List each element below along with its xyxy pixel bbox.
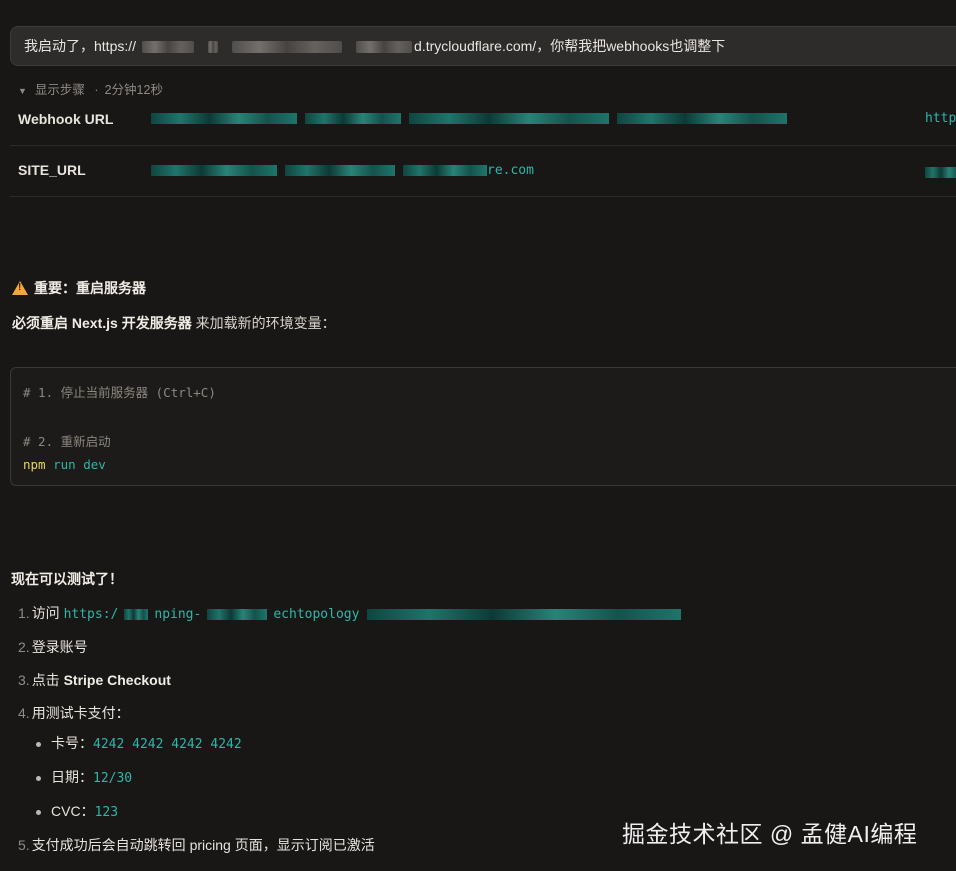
- list-text: 点击: [31, 672, 64, 688]
- card-value: 12/30: [93, 771, 133, 786]
- table-row: SITE_URL re.com: [10, 145, 956, 197]
- restart-instruction-bold: 必须重启 Next.js 开发服务器: [12, 315, 192, 331]
- steps-duration: 2分钟12秒: [104, 83, 163, 97]
- code-comment: # 1. 停止当前服务器 (Ctrl+C): [23, 385, 216, 400]
- user-message: 我启动了，https:// d.trycloudflare.com/，你帮我把we…: [10, 26, 956, 66]
- redacted-text: [151, 165, 277, 176]
- url-prefix: https:/: [63, 607, 119, 622]
- test-title: 现在可以测试了！: [11, 571, 123, 587]
- list-text-bold: Stripe Checkout: [63, 672, 171, 688]
- redacted-text: [356, 41, 413, 54]
- table-row: Webhook URL http: [10, 100, 956, 146]
- list-item: 日期：12/30: [36, 767, 132, 787]
- redacted-text: [925, 167, 956, 178]
- list-item: 5. 支付成功后会自动跳转回 pricing 页面，显示订阅已激活: [18, 835, 375, 855]
- list-number: 5.: [18, 837, 30, 853]
- list-item: 1. 访问 https:/ nping-echtopology: [18, 603, 682, 623]
- card-value: 4242 4242 4242 4242: [93, 737, 242, 752]
- code-command-args: run dev: [45, 457, 106, 472]
- list-text: 支付成功后会自动跳转回 pricing 页面，显示订阅已激活: [31, 837, 375, 853]
- list-number: 4.: [18, 705, 30, 721]
- code-command-name: npm: [23, 457, 46, 472]
- restart-instruction-text: 来加载新的环境变量：: [191, 315, 336, 331]
- env-value: [151, 111, 787, 126]
- redacted-text: [207, 609, 268, 620]
- list-number: 3.: [18, 672, 30, 688]
- list-text: 访问: [31, 605, 64, 621]
- redacted-text: [617, 113, 787, 124]
- env-key: SITE_URL: [18, 162, 86, 178]
- list-item: 4. 用测试卡支付：: [18, 703, 130, 723]
- user-message-suffix: d.trycloudflare.com/，你帮我把webhooks也调整下: [414, 38, 726, 54]
- redacted-text: [285, 165, 395, 176]
- list-text: 登录账号: [31, 639, 88, 655]
- redacted-text: [305, 113, 401, 124]
- env-value: re.com: [151, 163, 534, 178]
- bullet-icon: [36, 809, 41, 815]
- show-steps-label: 显示步骤: [34, 83, 85, 97]
- list-number: 2.: [18, 639, 30, 655]
- warning-title: 重要：重启服务器: [34, 280, 146, 296]
- redacted-text: [208, 41, 219, 54]
- list-item: 3. 点击 Stripe Checkout: [18, 670, 171, 690]
- redacted-text: [409, 113, 609, 124]
- env-value-overflow: http: [925, 111, 956, 126]
- card-value: 123: [94, 805, 119, 820]
- warning-icon: [12, 281, 28, 295]
- redacted-text: [403, 165, 487, 176]
- url-part: nping-: [154, 607, 202, 622]
- bullet-icon: [36, 775, 41, 781]
- list-number: 1.: [18, 605, 30, 621]
- code-block[interactable]: # 1. 停止当前服务器 (Ctrl+C) # 2. 重新启动 npm run …: [10, 367, 956, 486]
- redacted-text: [367, 609, 682, 620]
- env-value-suffix: re.com: [487, 163, 534, 178]
- code-comment: # 2. 重新启动: [23, 434, 111, 449]
- card-label: CVC：: [51, 803, 95, 819]
- triangle-down-icon: ▼: [18, 86, 27, 96]
- list-item: CVC：123: [36, 801, 118, 821]
- restart-instruction: 必须重启 Next.js 开发服务器 来加载新的环境变量：: [12, 313, 336, 333]
- list-text: 用测试卡支付：: [31, 705, 130, 721]
- list-item: 2. 登录账号: [18, 637, 88, 657]
- redacted-text: [124, 609, 149, 620]
- bullet-icon: [36, 741, 41, 747]
- user-message-prefix: 我启动了，https://: [24, 38, 137, 54]
- watermark: 掘金技术社区 @ 孟健AI编程: [622, 821, 918, 847]
- redacted-text: [142, 41, 195, 54]
- env-key: Webhook URL: [18, 111, 114, 127]
- redacted-text: [151, 113, 297, 124]
- code-command: npm run dev: [23, 457, 106, 472]
- card-label: 卡号：: [51, 735, 93, 751]
- test-url-link[interactable]: https:/ nping-echtopology: [64, 607, 682, 622]
- show-steps-toggle[interactable]: ▼ 显示步骤 · 2分钟12秒: [18, 79, 163, 98]
- warning-heading: 重要：重启服务器: [12, 278, 146, 298]
- url-part: echtopology: [273, 607, 360, 622]
- card-label: 日期：: [51, 769, 93, 785]
- redacted-text: [232, 41, 343, 54]
- separator: ·: [94, 83, 99, 97]
- list-item: 卡号：4242 4242 4242 4242: [36, 733, 242, 753]
